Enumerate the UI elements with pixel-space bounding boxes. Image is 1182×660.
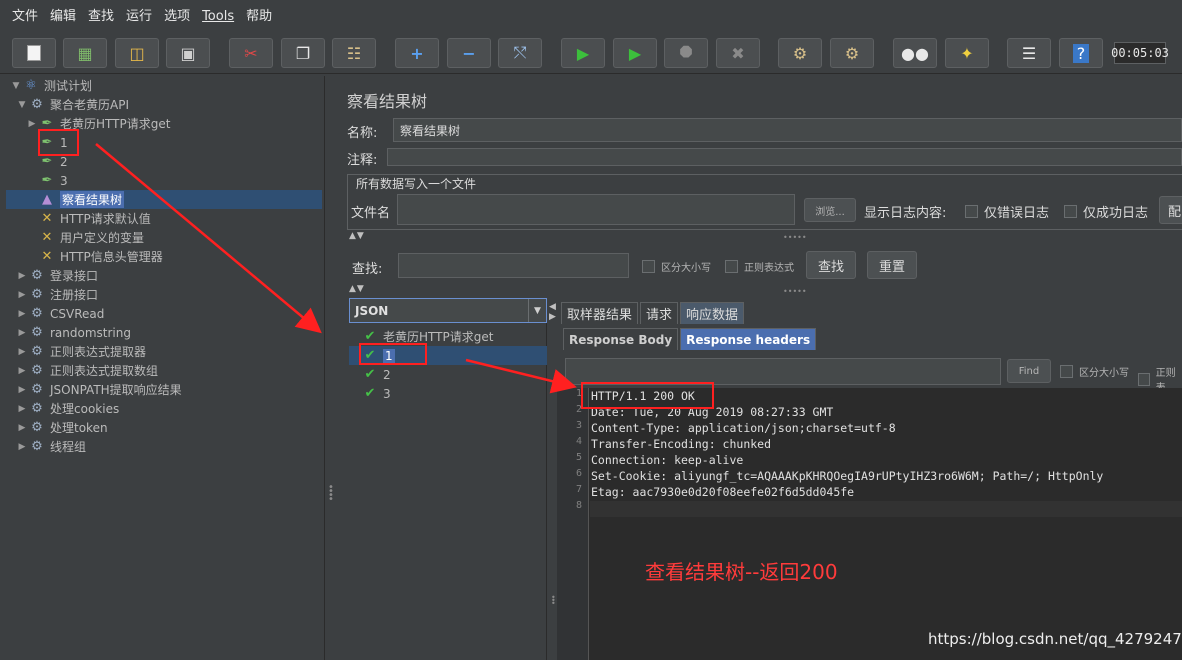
csdn-watermark: https://blog.csdn.net/qq_42792477 <box>928 630 1182 648</box>
annotation-arrows <box>95 143 577 394</box>
arrow-tree-to-results <box>95 143 322 334</box>
annotation-caption: 查看结果树--返回200 <box>645 560 838 584</box>
arrow-results-to-status <box>465 358 577 394</box>
